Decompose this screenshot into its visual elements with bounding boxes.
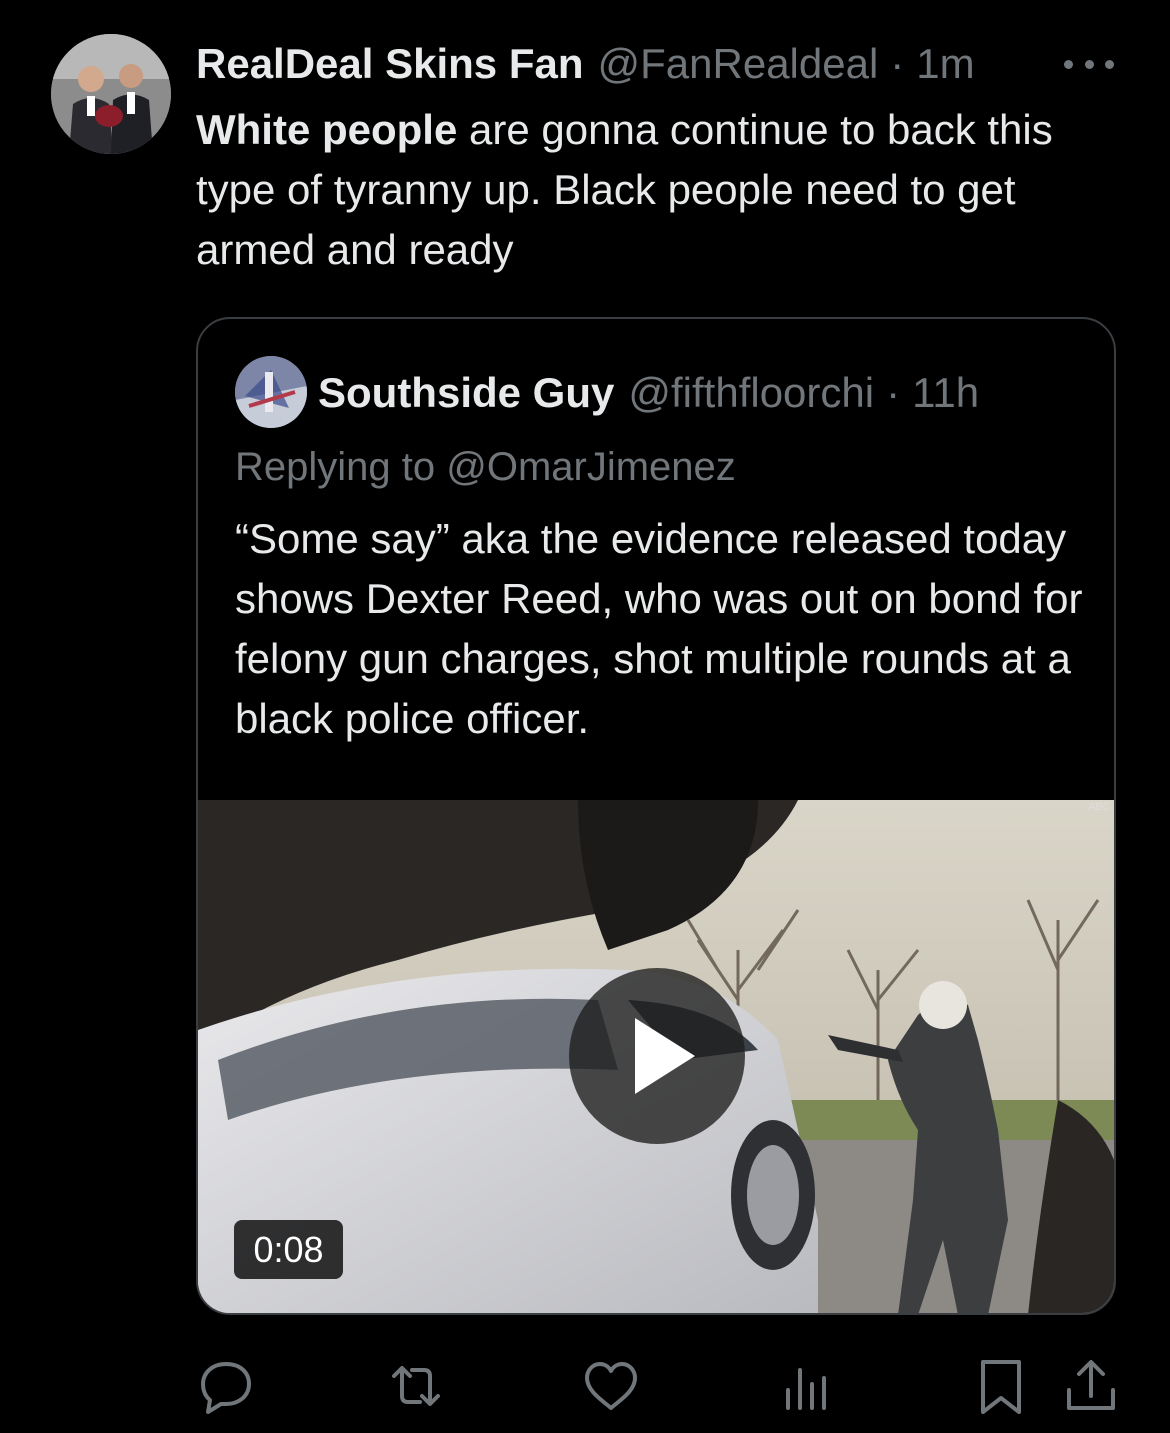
- quoted-author-name[interactable]: Southside Guy: [318, 369, 614, 417]
- heart-icon[interactable]: [581, 1356, 641, 1416]
- quoted-tweet-text: “Some say” aka the evidence released tod…: [235, 515, 1083, 742]
- quoted-tweet-header: Southside Guy @fifthfloorchi · 11h: [318, 363, 979, 423]
- author-avatar[interactable]: [51, 34, 171, 154]
- tweet-text: White people are gonna continue to back …: [196, 100, 1126, 280]
- share-icon[interactable]: [1061, 1356, 1121, 1416]
- author-handle[interactable]: @FanRealdeal: [598, 40, 879, 88]
- retweet-icon[interactable]: [386, 1356, 446, 1416]
- author-name[interactable]: RealDeal Skins Fan: [196, 40, 584, 88]
- quoted-tweet[interactable]: Southside Guy @fifthfloorchi · 11h Reply…: [196, 317, 1116, 1315]
- quoted-separator-dot: ·: [886, 369, 901, 416]
- more-horizontal-icon[interactable]: [1064, 46, 1114, 82]
- svg-text:ABC: ABC: [1088, 801, 1111, 813]
- reply-context[interactable]: Replying to @OmarJimenez: [235, 445, 736, 490]
- views-chart-icon[interactable]: [776, 1356, 836, 1416]
- quoted-tweet-time[interactable]: 11h: [912, 369, 979, 417]
- bookmark-icon[interactable]: [971, 1356, 1031, 1416]
- video-player[interactable]: ABC 0:08: [198, 800, 1114, 1313]
- tweet-time[interactable]: 1m: [916, 40, 974, 88]
- action-bar: [196, 1356, 1116, 1416]
- tweet-text-bold: White people: [196, 106, 458, 153]
- separator-dot: ·: [890, 40, 905, 87]
- quoted-author-handle[interactable]: @fifthfloorchi: [628, 369, 874, 417]
- tweet-header: RealDeal Skins Fan @FanRealdeal · 1m: [196, 38, 1120, 90]
- play-icon[interactable]: [569, 968, 745, 1144]
- video-duration: 0:08: [234, 1220, 343, 1279]
- quoted-author-avatar[interactable]: [235, 356, 307, 428]
- reply-icon[interactable]: [196, 1356, 256, 1416]
